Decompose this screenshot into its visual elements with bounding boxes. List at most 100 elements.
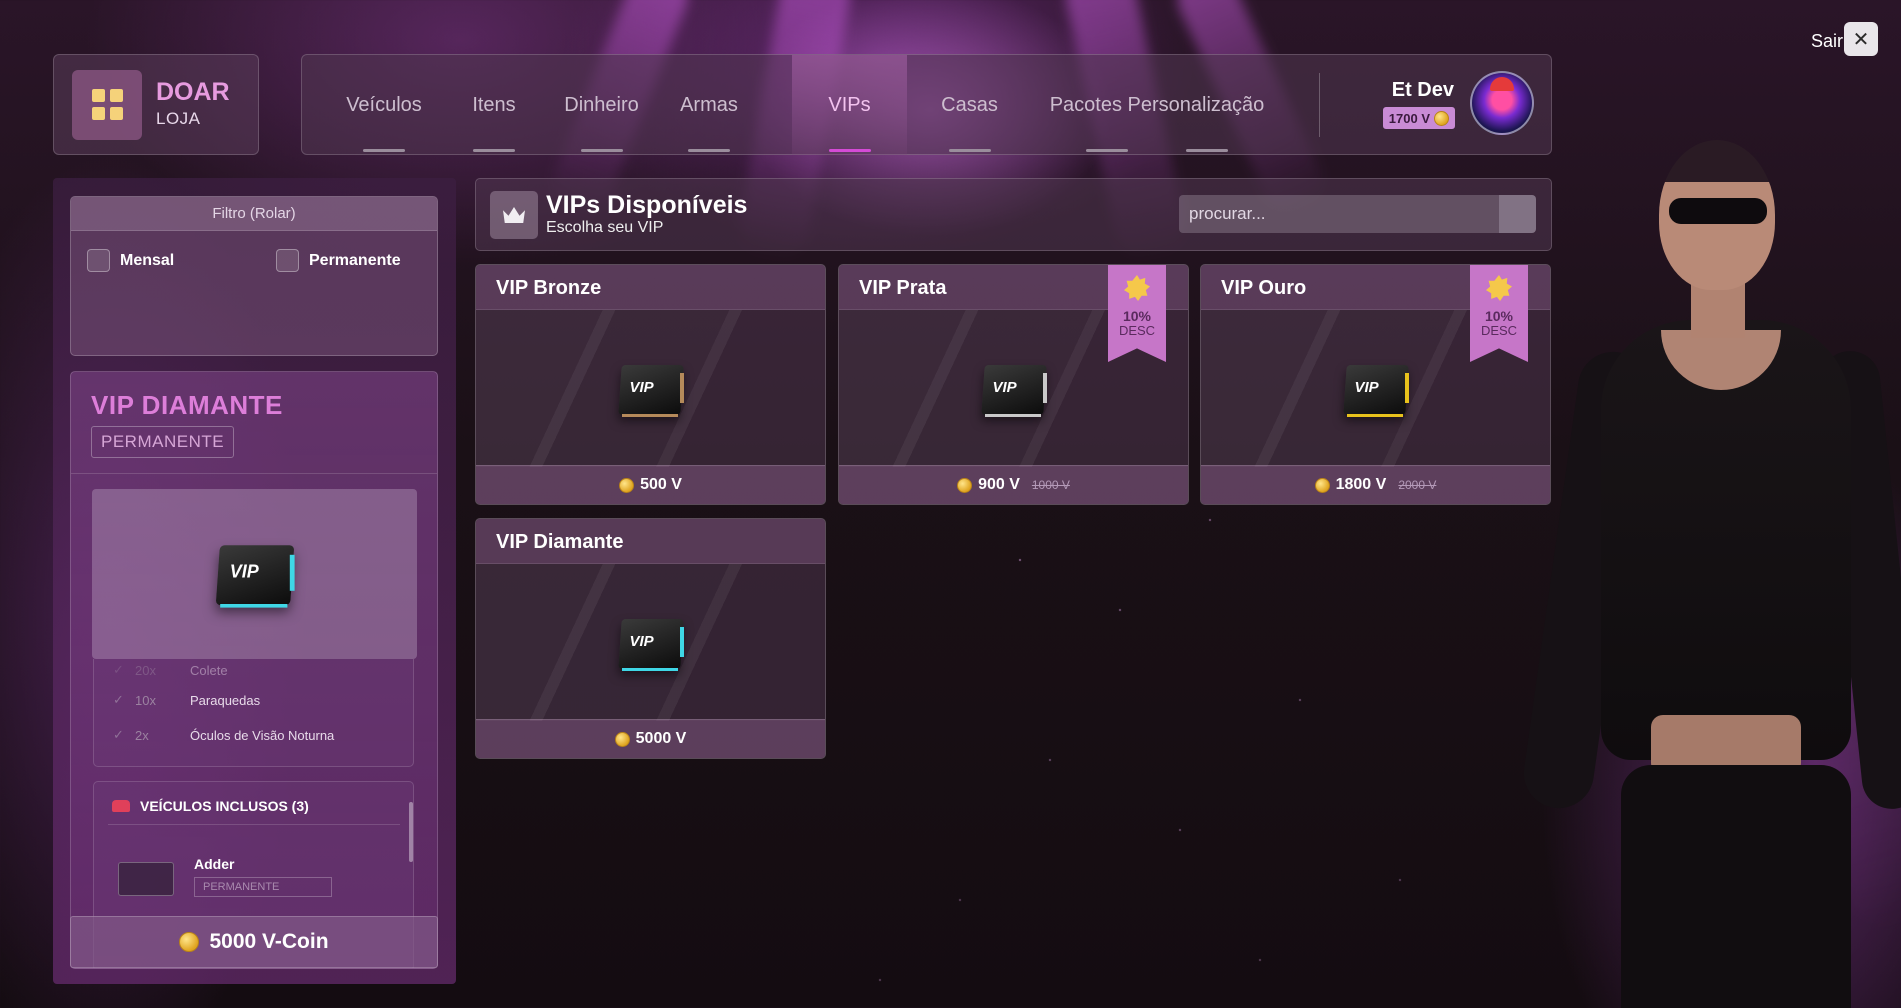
coin-icon — [614, 731, 630, 747]
vehicle-name: Adder — [194, 856, 235, 872]
page-subtitle: Escolha seu VIP — [546, 219, 664, 236]
price: 1800 V — [1335, 476, 1387, 493]
vip-box-icon: VIP — [975, 357, 1053, 421]
vip-box-icon: VIP — [612, 357, 690, 421]
vehicle-type: PERMANENTE — [194, 877, 332, 897]
price: 500 V — [640, 476, 682, 493]
buy-price-button[interactable]: 5000 V-Coin — [70, 916, 438, 968]
vip-detail-panel: VIP DIAMANTE PERMANENTE ✓ 20x Colete ✓ 1… — [70, 371, 438, 969]
coin-icon — [957, 477, 973, 493]
exit-label[interactable]: Sair — [1811, 31, 1843, 52]
coin-icon — [619, 477, 635, 493]
page-title: VIPs Disponíveis — [546, 191, 748, 219]
tab-label: VIPs — [828, 93, 871, 116]
item-qty: 2x — [135, 727, 149, 743]
tab-label: Dinheiro — [564, 93, 639, 116]
divider — [71, 473, 437, 474]
filter-panel: Filtro (Rolar) Mensal Permanente — [70, 196, 438, 356]
search-button[interactable] — [1499, 195, 1536, 233]
nav-divider — [1319, 73, 1320, 137]
user-name: Et Dev — [1391, 79, 1454, 101]
discount-label: DESC — [1118, 323, 1156, 338]
vip-box-icon: VIP — [208, 536, 302, 613]
card-title: VIP Prata — [859, 277, 947, 299]
discount-ribbon: 10% DESC — [1108, 265, 1166, 362]
category-navbar: Veículos Itens Dinheiro Armas VIPs Casas… — [301, 54, 1552, 155]
checkbox-box[interactable] — [276, 249, 299, 272]
crown-icon — [490, 191, 538, 239]
card-image: VIP — [476, 310, 825, 467]
filter-title: Filtro (Rolar) — [71, 197, 437, 231]
item-qty: 20x — [135, 662, 156, 678]
discount-label: DESC — [1480, 323, 1518, 338]
tab-label: Pacotes Personalização — [1049, 93, 1265, 116]
tab-pacotes-personalizacao[interactable]: Pacotes Personalização — [1032, 55, 1282, 155]
filter-mensal-checkbox[interactable]: Mensal — [87, 249, 174, 272]
card-header: VIP Bronze — [476, 265, 825, 310]
vehicles-title: VEÍCULOS INCLUSOS (3) — [140, 798, 309, 814]
tab-dinheiro[interactable]: Dinheiro — [544, 55, 659, 155]
filter-permanente-checkbox[interactable]: Permanente — [276, 249, 401, 272]
vips-header: VIPs Disponíveis Escolha seu VIP — [475, 178, 1552, 251]
tab-casas[interactable]: Casas — [917, 55, 1022, 155]
coin-icon — [179, 932, 200, 952]
card-title: VIP Bronze — [496, 277, 602, 299]
card-price: 500 V — [476, 465, 825, 504]
card-price: 5000 V — [476, 719, 825, 758]
item-name: Óculos de Visão Noturna — [190, 727, 335, 743]
old-price: 2000 V — [1398, 478, 1437, 492]
tab-label: Casas — [941, 93, 998, 116]
vip-card-prata[interactable]: VIP Prata VIP 10% DESC 900 V 1000 V — [838, 264, 1189, 505]
price: 900 V — [978, 476, 1020, 493]
detail-vip-image: VIP — [92, 489, 417, 659]
close-button[interactable]: ✕ — [1844, 22, 1878, 56]
user-balance: 1700 V — [1388, 110, 1430, 126]
discount-percent: 10% — [1122, 308, 1152, 324]
avatar[interactable] — [1470, 71, 1534, 135]
checkbox-label: Mensal — [120, 251, 175, 269]
card-title: VIP Ouro — [1221, 277, 1307, 299]
car-icon — [112, 800, 130, 812]
tab-label: Itens — [472, 93, 516, 116]
search-input[interactable] — [1179, 195, 1499, 233]
item-name: Colete — [190, 662, 228, 678]
card-title: VIP Diamante — [496, 531, 624, 553]
store-logo: DOAR LOJA — [53, 54, 259, 155]
discount-badge-icon — [1486, 275, 1512, 301]
coin-icon — [1434, 110, 1449, 126]
card-price: 900 V 1000 V — [839, 465, 1188, 504]
discount-percent: 10% — [1484, 308, 1514, 324]
scrollbar[interactable] — [409, 802, 413, 862]
sidebar: Filtro (Rolar) Mensal Permanente VIP DIA… — [53, 178, 456, 984]
vip-box-icon: VIP — [612, 611, 690, 675]
character-illustration — [1519, 140, 1901, 1008]
card-image: VIP — [476, 564, 825, 721]
vehicle-thumbnail — [118, 862, 174, 896]
discount-badge-icon — [1124, 275, 1150, 301]
card-header: VIP Diamante — [476, 519, 825, 564]
list-item: ✓ 20x Colete — [113, 662, 228, 678]
check-icon: ✓ — [113, 662, 124, 677]
checkbox-box[interactable] — [87, 249, 110, 272]
tab-itens[interactable]: Itens — [444, 55, 544, 155]
tab-veiculos[interactable]: Veículos — [324, 55, 444, 155]
list-item: ✓ 2x Óculos de Visão Noturna — [113, 727, 334, 743]
detail-price: 5000 V-Coin — [209, 930, 329, 953]
logo-title: DOAR — [156, 78, 230, 106]
item-name: Paraquedas — [190, 692, 261, 708]
check-icon: ✓ — [113, 727, 124, 742]
checkbox-label: Permanente — [309, 251, 401, 269]
vip-card-diamante[interactable]: VIP Diamante VIP 5000 V — [475, 518, 826, 759]
coin-icon — [1314, 477, 1330, 493]
divider — [108, 824, 400, 825]
detail-title: VIP DIAMANTE — [91, 390, 283, 420]
logo-subtitle: LOJA — [156, 109, 201, 128]
tab-vips[interactable]: VIPs — [792, 55, 907, 155]
vip-card-bronze[interactable]: VIP Bronze VIP 500 V — [475, 264, 826, 505]
tab-armas[interactable]: Armas — [659, 55, 759, 155]
vip-card-ouro[interactable]: VIP Ouro VIP 10% DESC 1800 V 2000 V — [1200, 264, 1551, 505]
card-price: 1800 V 2000 V — [1201, 465, 1550, 504]
tab-label: Armas — [680, 93, 738, 116]
detail-duration-badge: PERMANENTE — [91, 426, 235, 458]
list-item: ✓ 10x Paraquedas — [113, 692, 260, 708]
